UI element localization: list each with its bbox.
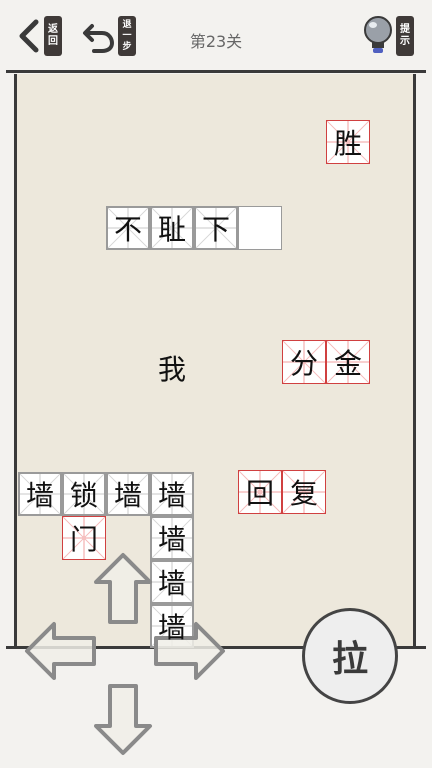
back-button[interactable]: 返 回	[16, 14, 62, 58]
hint-label: 提 示	[396, 16, 414, 56]
tile-jin: 金	[326, 340, 370, 384]
tile-wall: 墙	[150, 472, 194, 516]
arrow-left-icon[interactable]	[24, 620, 98, 682]
tile-fen: 分	[282, 340, 326, 384]
tile-wall: 墙	[106, 472, 150, 516]
level-title: 第23关	[189, 32, 243, 51]
tile-hui: 回	[238, 470, 282, 514]
tile-lock: 锁	[62, 472, 106, 516]
lightbulb-icon	[364, 16, 392, 53]
tile-fu: 复	[282, 470, 326, 514]
tile-wall: 墙	[150, 516, 194, 560]
tile-chi: 耻	[150, 206, 194, 250]
tile-bu: 不	[106, 206, 150, 250]
tile-sheng: 胜	[326, 120, 370, 164]
undo-arrow-icon	[83, 24, 115, 53]
hint-button[interactable]: 提 示	[362, 14, 414, 58]
player-character: 我	[157, 353, 186, 386]
board-top-border	[6, 70, 426, 73]
arrow-up-icon[interactable]	[92, 552, 154, 626]
undo-button[interactable]: 退 一 步	[82, 14, 136, 58]
pull-button-label: 拉	[331, 639, 368, 680]
pull-button[interactable]: 拉	[302, 608, 398, 704]
back-label: 返 回	[44, 16, 62, 56]
tile-empty-slot	[238, 206, 282, 250]
tile-xia: 下	[194, 206, 238, 250]
tile-wall: 墙	[150, 560, 194, 604]
arrow-down-icon[interactable]	[92, 682, 154, 756]
undo-label: 退 一 步	[118, 16, 136, 56]
tile-wall: 墙	[18, 472, 62, 516]
top-bar: 返 回 退 一 步 第23关 提 示	[0, 0, 432, 70]
chevron-left-icon	[19, 19, 39, 53]
